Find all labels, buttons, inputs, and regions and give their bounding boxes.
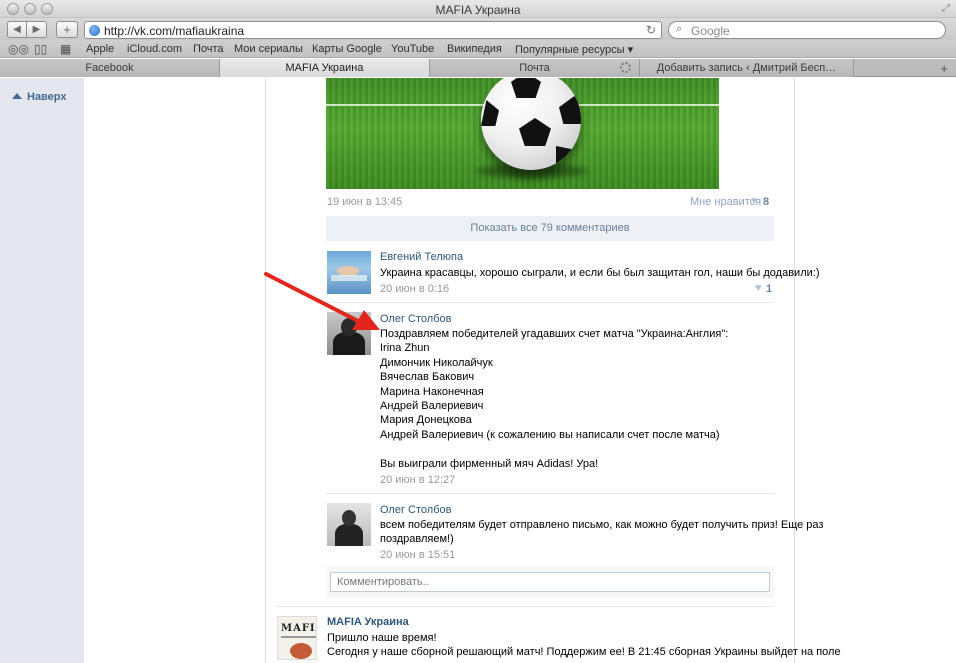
- comment-text: Украина красавцы, хорошо сыграли, и если…: [380, 267, 820, 279]
- tab-mail-label: Почта: [519, 62, 550, 74]
- left-scroll-panel: Наверх: [0, 78, 84, 663]
- tab-mail[interactable]: Почта: [430, 59, 640, 77]
- post-date[interactable]: 19 июн в 13:45: [327, 196, 402, 208]
- comment-text-line: поздравляем!): [380, 533, 454, 545]
- comment-text-line: Вячеслав Бакович: [380, 371, 475, 383]
- address-bar[interactable]: http://vk.com/mafiaukraina ↻: [84, 21, 662, 39]
- heart-icon[interactable]: ♥: [755, 282, 762, 294]
- comment-author[interactable]: Евгений Телюпа: [380, 251, 463, 263]
- url-text: http://vk.com/mafiaukraina: [104, 24, 245, 38]
- scroll-to-top-link[interactable]: Наверх: [12, 91, 67, 103]
- comment-date[interactable]: 20 июн в 0:16: [380, 283, 449, 295]
- reload-icon[interactable]: ↻: [646, 23, 656, 37]
- post-like-count[interactable]: 8: [763, 196, 769, 208]
- bookmark-youtube[interactable]: YouTube: [391, 43, 434, 55]
- bookmarks-book-icon[interactable]: ▯▯: [34, 42, 47, 56]
- top-sites-grid-icon[interactable]: ▦: [60, 42, 71, 56]
- forward-button[interactable]: ▶: [27, 21, 47, 38]
- comment-text-line: Поздравляем победителей угадавших счет м…: [380, 328, 729, 340]
- search-icon: ⌕: [676, 23, 683, 35]
- reading-list-icon[interactable]: ◎◎: [8, 42, 29, 56]
- back-button[interactable]: ◀: [7, 21, 27, 38]
- new-tab-icon[interactable]: +: [940, 61, 948, 76]
- browser-toolbar: ◀ ▶ + http://vk.com/mafiaukraina ↻ ⌕ Goo…: [0, 18, 956, 40]
- comment-like-count[interactable]: 1: [766, 283, 772, 295]
- comment-text-line: Марина Наконечная: [380, 386, 484, 398]
- comment-date[interactable]: 20 июн в 15:51: [380, 549, 455, 561]
- arrow-up-icon: [12, 93, 22, 99]
- comment-text-line: Мария Донецкова: [380, 414, 472, 426]
- comment-input[interactable]: Комментировать..: [330, 572, 770, 592]
- post-photo-football[interactable]: [326, 78, 719, 189]
- post-divider: [276, 606, 774, 607]
- tab-add-post[interactable]: Добавить запись ‹ Дмитрий Бесп…: [640, 59, 854, 77]
- column-border-left: [265, 78, 266, 663]
- heart-icon[interactable]: ♥: [751, 195, 758, 207]
- comment-text-line: Димончик Николайчук: [380, 357, 493, 369]
- comment-text-line: всем победителям будет отправлено письмо…: [380, 519, 824, 531]
- tab-facebook[interactable]: Facebook: [0, 59, 220, 77]
- bookmark-apple[interactable]: Apple: [86, 43, 114, 55]
- post-text-line: Пришло наше время!: [327, 632, 437, 644]
- avatar[interactable]: [327, 503, 371, 546]
- bookmark-popular-menu[interactable]: Популярные ресурсы ▾: [515, 43, 633, 56]
- window-titlebar: MAFIA Украина ⤢: [0, 0, 956, 18]
- comment-text-line: Irina Zhun: [380, 342, 430, 354]
- globe-icon: [89, 25, 100, 36]
- comment-text-line: Андрей Валериевич (к сожалению вы написа…: [380, 429, 720, 441]
- fullscreen-icon[interactable]: ⤢: [942, 3, 950, 14]
- bookmark-series[interactable]: Мои сериалы: [234, 43, 303, 55]
- search-placeholder: Google: [691, 24, 730, 38]
- scroll-to-top-label: Наверх: [27, 91, 67, 103]
- loading-spinner-icon: [620, 62, 631, 73]
- bookmark-mail[interactable]: Почта: [193, 43, 224, 55]
- tab-bar: Facebook MAFIA Украина Почта Добавить за…: [0, 59, 956, 77]
- red-arrow-annotation: [264, 272, 380, 330]
- column-border-right: [794, 78, 795, 663]
- bookmarks-bar: ◎◎ ▯▯ ▦ Apple iCloud.com Почта Мои сериа…: [0, 40, 956, 58]
- comment-divider: [326, 302, 774, 303]
- show-all-comments-button[interactable]: Показать все 79 комментариев: [326, 216, 774, 241]
- comment-divider: [326, 493, 774, 494]
- post-text-line: Сегодня у наше сборной решающий матч! По…: [327, 646, 841, 658]
- bookmark-icloud[interactable]: iCloud.com: [127, 43, 182, 55]
- comment-text-line: Вы выиграли фирменный мяч Adidas! Ура!: [380, 458, 599, 470]
- avatar-logo-text: MAFIA: [281, 623, 316, 634]
- add-bookmark-button[interactable]: +: [56, 21, 78, 38]
- comment-author[interactable]: Олег Столбов: [380, 313, 451, 325]
- window-title: MAFIA Украина: [435, 3, 521, 17]
- bookmark-wikipedia[interactable]: Википедия: [447, 43, 502, 55]
- post-author[interactable]: MAFIA Украина: [327, 616, 409, 628]
- comment-date[interactable]: 20 июн в 12:27: [380, 474, 455, 486]
- avatar[interactable]: MAFIA: [277, 616, 317, 660]
- tab-mafia-ukraina[interactable]: MAFIA Украина: [220, 59, 430, 77]
- football-ball-image: [481, 78, 581, 170]
- bookmark-google-maps[interactable]: Карты Google: [312, 43, 382, 55]
- comment-text-line: Андрей Валериевич: [380, 400, 484, 412]
- search-field[interactable]: ⌕ Google: [668, 21, 946, 39]
- comment-author[interactable]: Олег Столбов: [380, 504, 451, 516]
